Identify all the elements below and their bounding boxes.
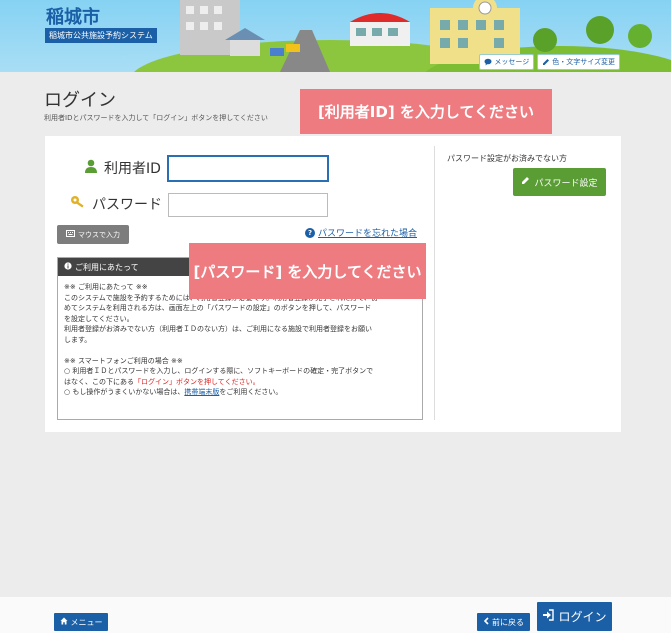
- user-id-input[interactable]: [167, 155, 329, 182]
- password-label-row: パスワード: [70, 194, 162, 214]
- header-buttons: メッセージ 色・文字サイズ変更: [479, 54, 620, 70]
- forgot-password-label: パスワードを忘れた場合: [318, 229, 418, 239]
- question-icon: ?: [305, 227, 315, 238]
- page-title: ログイン: [44, 90, 116, 111]
- password-setting-button[interactable]: パスワード設定: [513, 168, 606, 196]
- notice-line: を設定してください。: [64, 314, 134, 323]
- header-banner: 稲城市 稲城市公共施設予約システム メッセージ 色・文字サイズ変更: [0, 0, 671, 72]
- notice-text: はなく、この下にある: [64, 377, 134, 386]
- mouse-input-button[interactable]: マウスで入力: [57, 225, 129, 244]
- notice-line: ※※ スマートフォンご利用の場合 ※※: [64, 356, 183, 365]
- user-id-label: 利用者ID: [104, 161, 161, 177]
- menu-button[interactable]: メニュー: [54, 613, 108, 631]
- notice-line: はなく、この下にある「ログイン」ボタンを押してください。: [64, 377, 416, 388]
- mobile-version-link[interactable]: 携帯端末版: [184, 388, 219, 396]
- panel-divider: [434, 146, 435, 420]
- user-id-label-row: 利用者ID: [84, 158, 161, 178]
- notice-red-text: 「ログイン」ボタンを押してください。: [134, 377, 260, 386]
- notice-line: ○ 利用者ＩＤとパスワードを入力し、ログインする際に、ソフトキーボードの確定・完…: [64, 367, 374, 375]
- color-font-size-button[interactable]: 色・文字サイズ変更: [537, 54, 620, 70]
- chevron-left-icon: [483, 617, 489, 627]
- page-subtitle: 利用者IDとパスワードを入力して「ログイン」ボタンを押してください: [44, 114, 268, 122]
- login-label: ログイン: [558, 610, 607, 624]
- menu-label: メニュー: [70, 617, 103, 627]
- notice-text: をご利用ください。: [219, 388, 283, 396]
- info-icon: [64, 262, 72, 272]
- notice-text: ○ もし操作がうまくいかない場合は、: [64, 388, 185, 396]
- password-input[interactable]: [168, 193, 328, 217]
- notice-line: 利用者登録がお済みでない方（利用者ＩＤのない方）は、ご利用になる施設で利用者登録…: [64, 325, 372, 333]
- message-button[interactable]: メッセージ: [479, 54, 535, 70]
- keyboard-icon: [66, 230, 75, 239]
- system-name: 稲城市公共施設予約システム: [45, 28, 157, 43]
- sign-in-icon: [542, 609, 555, 624]
- notice-spacer: [64, 345, 416, 356]
- password-setting-label: パスワード設定: [534, 178, 598, 189]
- message-label: メッセージ: [494, 58, 530, 66]
- notice-heading: ご利用にあたって: [75, 262, 139, 272]
- notice-line: します。: [64, 335, 92, 344]
- back-button[interactable]: 前に戻る: [477, 613, 530, 631]
- notice-line: ○ もし操作がうまくいかない場合は、携帯端末版をご利用ください。: [64, 387, 416, 398]
- password-callout: [パスワード] を入力してください: [189, 243, 426, 299]
- back-label: 前に戻る: [492, 617, 524, 627]
- notice-line: めてシステムを利用される方は、画面左上の「パスワードの設定」のボタンを押して、パ…: [64, 304, 372, 312]
- user-id-callout: [利用者ID] を入力してください: [300, 89, 552, 134]
- mouse-input-label: マウスで入力: [78, 230, 120, 239]
- user-icon: [84, 159, 98, 177]
- home-icon: [60, 617, 68, 627]
- color-font-label: 色・文字サイズ変更: [552, 58, 615, 66]
- notice-body: ※※ ご利用にあたって ※※ このシステムで施設を予約するためには、利用者登録が…: [64, 282, 416, 398]
- city-name: 稲城市: [46, 7, 100, 28]
- login-button[interactable]: ログイン: [537, 602, 612, 631]
- password-not-set-text: パスワード設定がお済みでない方: [447, 154, 567, 163]
- password-label: パスワード: [92, 197, 162, 213]
- key-icon: [70, 195, 86, 213]
- forgot-password-link[interactable]: ? パスワードを忘れた場合: [305, 226, 417, 239]
- pencil-icon: [521, 176, 530, 188]
- pencil-icon: [542, 58, 550, 66]
- speech-bubble-icon: [484, 58, 492, 66]
